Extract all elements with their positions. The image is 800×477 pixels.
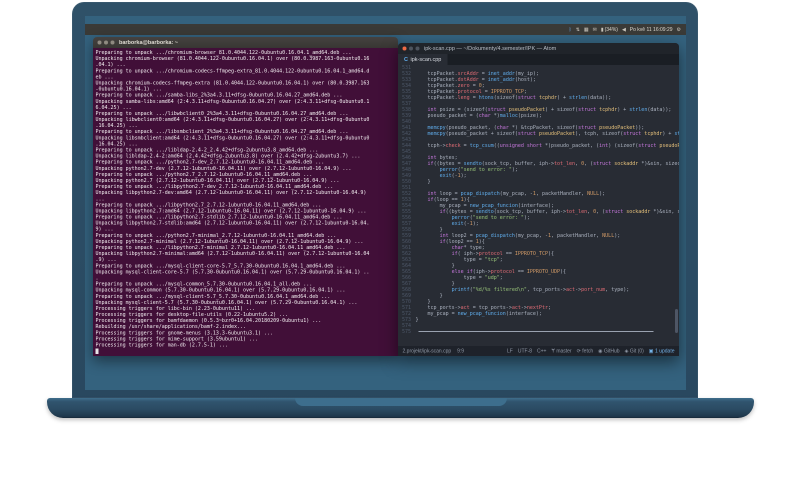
line-ending-indicator[interactable]: LF: [507, 348, 513, 354]
status-right-items: LF UTF-8 C++ Ɏmaster ⟳ fetch ◉ GitHub ◈ Git (0) ▣ 1…: [507, 348, 674, 354]
terminal-title: barborka@barborka: ~: [119, 39, 179, 46]
gear-icon: ⚙: [676, 26, 681, 33]
terminal-window: barborka@barborka: ~ Preparing to unpack…: [93, 37, 398, 356]
keyboard-indicator-icon[interactable]: ▦: [584, 27, 589, 33]
code-editor[interactable]: 530tcph->urg_ptr = 0;531 532 tcpPacket.s…: [398, 65, 679, 346]
atom-close-button[interactable]: [402, 46, 407, 51]
terminal-output: Preparing to unpack .../chromium-browser…: [93, 48, 398, 355]
system-tray: ᛒ ⇅ ▦ ✉ ▮ (34%) ◀ Po kvě 11 16:09:29 ⚙: [85, 24, 686, 35]
code-text: printf("%d/%s filtered\n", tcp_ports->ac…: [451, 287, 630, 293]
code-text: my_pcap = new_pcap_funcion(interface);: [415, 311, 542, 317]
atom-window: ipk-scan.cpp — ~/Dokumenty/4.semester/IP…: [398, 43, 679, 356]
atom-tab-bar: C ipk-scan.cpp: [398, 54, 679, 65]
terminal-line: Unpacking chromium-browser (81.0.4044.12…: [95, 56, 370, 62]
terminal-line: Preparing to unpack .../chromium-codecs-…: [95, 68, 370, 74]
github-indicator[interactable]: ◉ GitHub: [598, 348, 619, 354]
encoding-indicator[interactable]: UTF-8: [518, 348, 532, 354]
cpp-file-icon: C: [404, 56, 408, 63]
atom-status-bar: 2.projekt/ipk-scan.cpp 9:9 LF UTF-8 C++ Ɏma…: [398, 346, 679, 356]
code-text: tcpPacket.leng = htons(sizeof(struct tcp…: [415, 95, 612, 101]
terminal-line: Unpacking mysql-client-core-5.7 (5.7.30-…: [95, 269, 370, 275]
terminal-line: Unpacking samba-libs:amd64 (2:4.3.11+dfs…: [95, 98, 370, 105]
mail-icon[interactable]: ✉: [593, 27, 597, 33]
terminal-close-button[interactable]: [97, 40, 102, 45]
status-file-path[interactable]: 2.projekt/ipk-scan.cpp: [403, 348, 452, 354]
volume-icon: ◀: [621, 26, 626, 33]
git-changes-indicator-label: Git (0): [629, 348, 644, 354]
clock[interactable]: Po kvě 11 16:09:29: [630, 27, 673, 33]
tab-ipk-scan[interactable]: C ipk-scan.cpp: [398, 54, 448, 65]
git-fetch-button-label: fetch: [582, 348, 594, 354]
atom-titlebar: ipk-scan.cpp — ~/Dokumenty/4.semester/IP…: [398, 43, 679, 54]
clock-label: Po kvě 11 16:09:29: [629, 26, 673, 33]
git-changes-indicator-icon: ◈: [624, 348, 629, 354]
gear-icon[interactable]: ⚙: [677, 27, 681, 33]
terminal-line: Unpacking libsmbclient:amd64 (2:4.3.11+d…: [95, 135, 370, 141]
github-indicator-label: GitHub: [604, 348, 620, 354]
code-lines: 530tcph->urg_ptr = 0;531 532 tcpPacket.s…: [398, 65, 679, 335]
volume-icon[interactable]: ◀: [622, 27, 626, 33]
bluetooth-icon[interactable]: ᛒ: [569, 27, 572, 33]
terminal-cursor: [95, 348, 99, 355]
status-cursor-position[interactable]: 9:9: [457, 348, 464, 354]
editor-scrollbar[interactable]: [675, 309, 678, 333]
line-ending-indicator-label: LF: [507, 348, 513, 354]
code-line: 542 memcpy(pseudo_packet + sizeof(struct…: [398, 131, 679, 137]
tab-label: ipk-scan.cpp: [410, 56, 442, 63]
code-text: [416, 329, 654, 335]
code-text: tcph->check = tcp_csum((unsigned short *…: [415, 143, 679, 149]
mail-icon: ✉: [592, 26, 597, 33]
git-branch-indicator-label: master: [556, 348, 572, 354]
top-panel: ᛒ ⇅ ▦ ✉ ▮ (34%) ◀ Po kvě 11 16:09:29 ⚙: [85, 24, 686, 35]
git-changes-indicator[interactable]: ◈ Git (0): [625, 348, 644, 354]
keyboard-indicator-icon: ▦: [583, 26, 589, 33]
battery-icon-label: (34%): [604, 26, 618, 33]
terminal-line: Unpacking libpython2.7-stdlib:amd64 (2.7…: [95, 220, 370, 227]
terminal-titlebar: barborka@barborka: ~: [93, 37, 398, 48]
update-badge-icon: ▣: [648, 348, 654, 354]
updown-arrows-icon[interactable]: ⇅: [576, 27, 580, 33]
update-badge[interactable]: ▣ 1 update: [649, 348, 675, 354]
battery-icon[interactable]: ▮ (34%): [601, 27, 618, 33]
terminal-prompt-line: [95, 348, 399, 355]
code-line: 575: [398, 329, 679, 335]
terminal-line: Unpacking libwbclient0:amd64 (2:4.3.11+d…: [95, 117, 370, 123]
terminal-line: Unpacking libpython2.7-dev:amd64 (2.7.12…: [95, 190, 367, 196]
code-line: 544 tcph->check = tcp_csum((unsigned sho…: [398, 143, 679, 149]
update-badge-label: 1 update: [655, 348, 675, 354]
laptop-lid-notch: [294, 398, 507, 406]
desktop: ᛒ ⇅ ▦ ✉ ▮ (34%) ◀ Po kvě 11 16:09:29 ⚙ barborka@…: [85, 16, 686, 390]
terminal-maximize-button[interactable]: [110, 40, 115, 45]
git-branch-indicator[interactable]: Ɏmaster: [551, 348, 571, 354]
battery-icon: ▮: [600, 26, 604, 33]
git-fetch-button-icon: ⟳: [576, 348, 581, 354]
git-fetch-button[interactable]: ⟳ fetch: [577, 348, 594, 354]
laptop-base: [47, 398, 754, 418]
grammar-indicator[interactable]: C++: [537, 348, 546, 354]
updown-arrows-icon: ⇅: [575, 26, 580, 33]
laptop-mockup: ᛒ ⇅ ▦ ✉ ▮ (34%) ◀ Po kvě 11 16:09:29 ⚙ barborka@…: [0, 0, 800, 477]
terminal-minimize-button[interactable]: [104, 40, 108, 45]
terminal-body[interactable]: Preparing to unpack .../chromium-browser…: [93, 48, 398, 356]
github-indicator-icon: ◉: [598, 348, 603, 354]
atom-minimize-button[interactable]: [409, 46, 413, 51]
line-number: 575: [401, 329, 411, 335]
bluetooth-icon: ᛒ: [568, 26, 572, 33]
atom-title: ipk-scan.cpp — ~/Dokumenty/4.semester/IP…: [424, 45, 557, 52]
git-branch-indicator-icon: Ɏ: [551, 348, 555, 354]
atom-maximize-button[interactable]: [415, 46, 420, 51]
grammar-indicator-label: C++: [537, 348, 547, 354]
terminal-line: Unpacking libpython2.7-minimal:amd64 (2.…: [95, 251, 370, 257]
code-text: memcpy(pseudo_packet + sizeof(struct pse…: [427, 131, 679, 137]
encoding-indicator-label: UTF-8: [517, 348, 533, 354]
code-text: pseudo_packet = (char *)malloc(psize);: [415, 113, 542, 119]
